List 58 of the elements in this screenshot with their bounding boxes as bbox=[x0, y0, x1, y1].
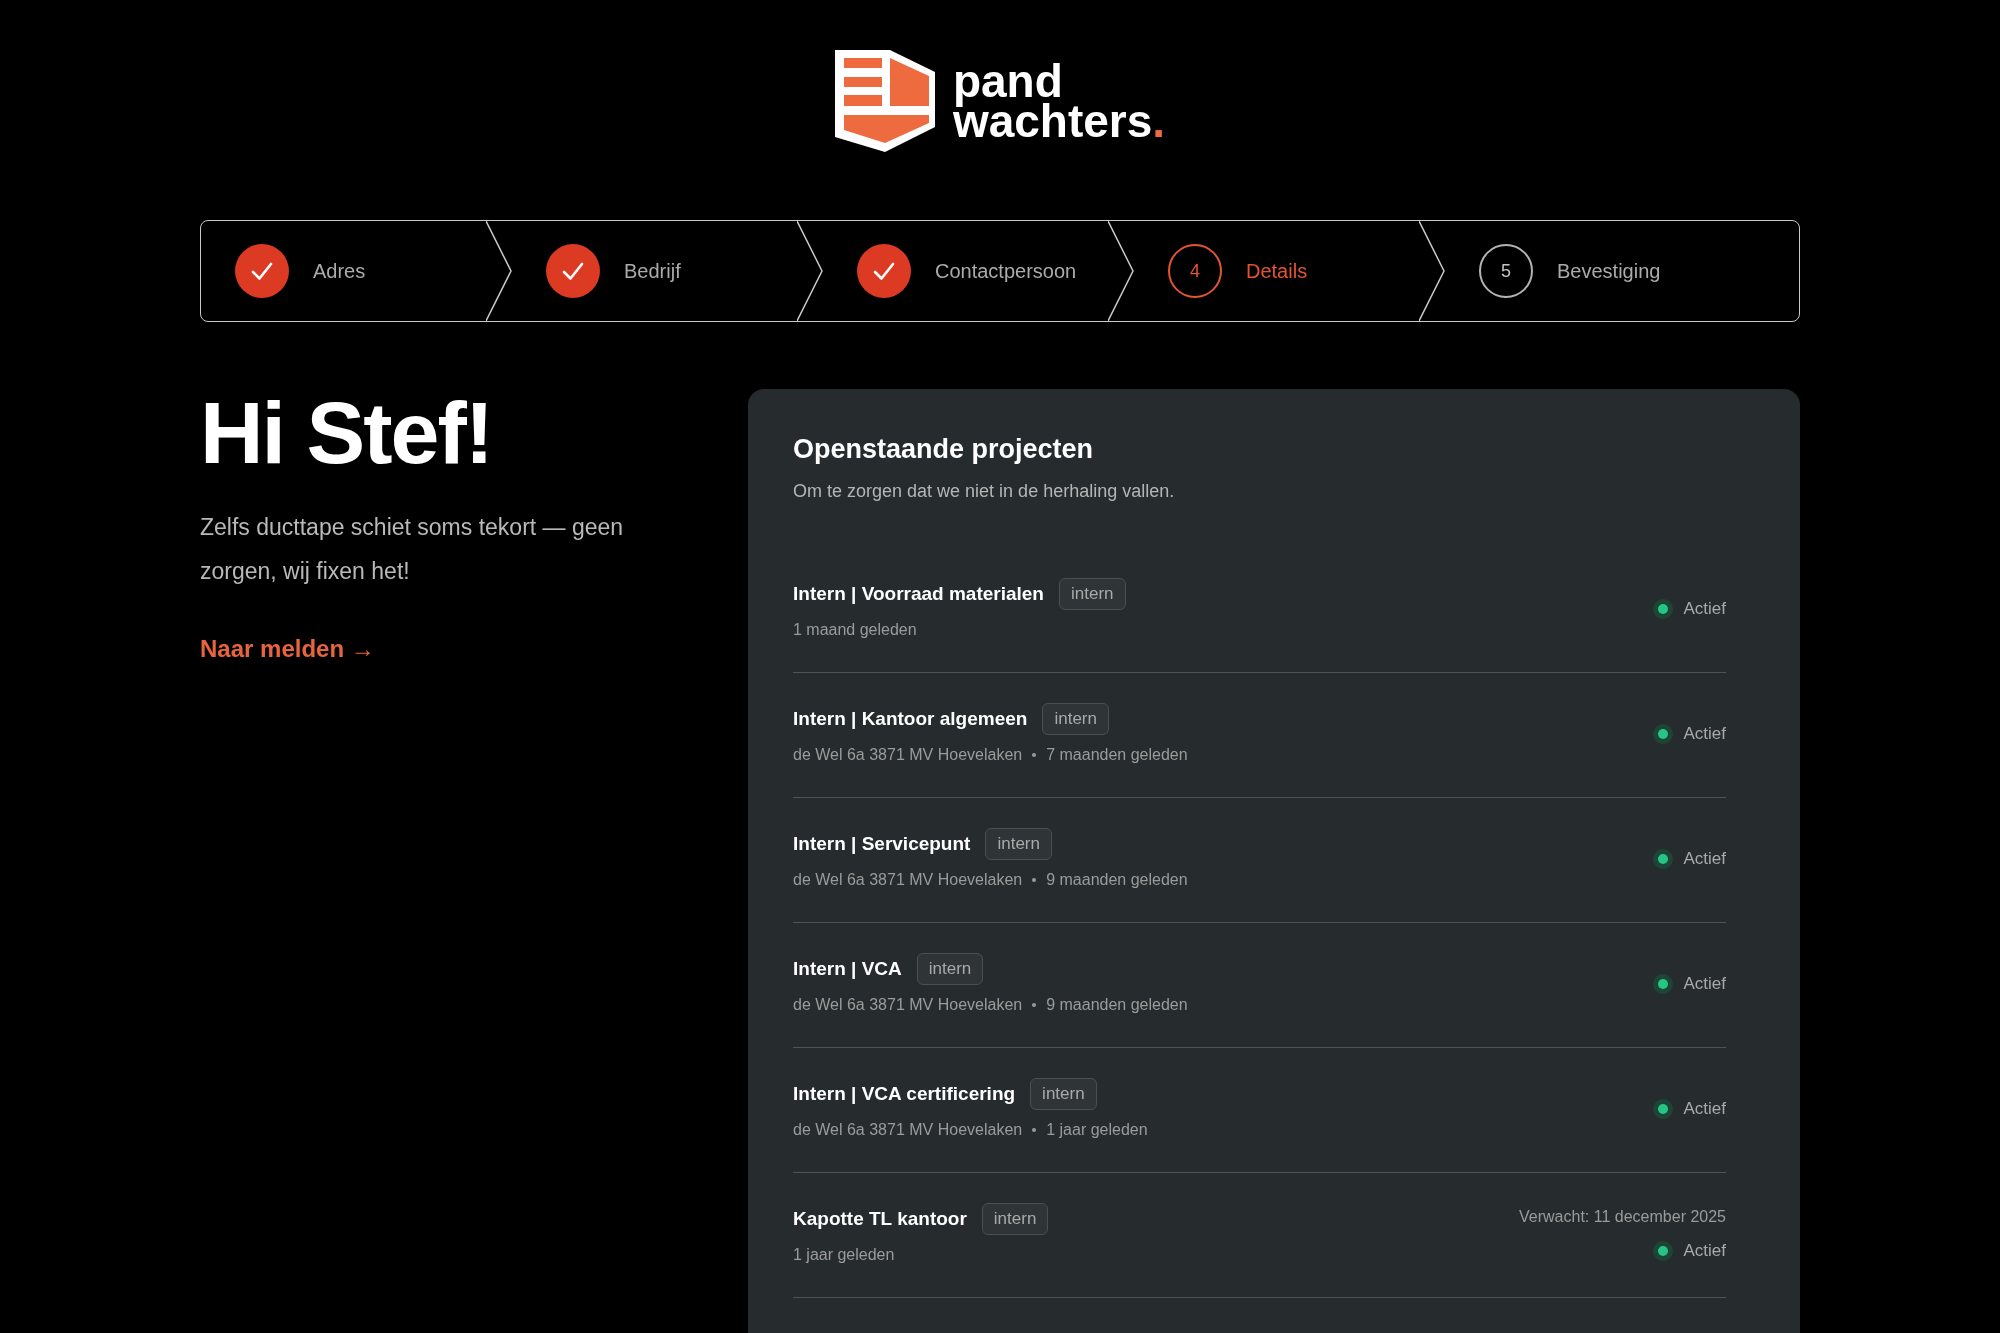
status-label: Actief bbox=[1683, 973, 1726, 994]
intro-text: Zelfs ducttape schiet soms tekort — geen zorgen, wij fixen het! bbox=[200, 513, 625, 586]
step-label: Contactpersoon bbox=[935, 259, 1077, 283]
project-title: Intern | Kantoor algemeen bbox=[793, 708, 1028, 730]
status-dot-icon bbox=[1653, 1098, 1674, 1119]
step-number: 5 bbox=[1479, 244, 1533, 298]
separator-dot-icon bbox=[1032, 1003, 1037, 1007]
step-label: Details bbox=[1246, 259, 1308, 283]
step-label: Bedrijf bbox=[624, 259, 681, 283]
project-address: de Wel 6a 3871 MV Hoevelaken bbox=[793, 1120, 1023, 1140]
project-row[interactable]: Intern | Servicepunt intern de Wel 6a 3871 MV Hoevelaken 9 maanden geleden Actief bbox=[793, 798, 1726, 923]
separator-dot-icon bbox=[1032, 753, 1037, 757]
step-label: Bevestiging bbox=[1557, 259, 1661, 283]
report-link[interactable]: Naar melden → bbox=[200, 634, 375, 664]
project-address: de Wel 6a 3871 MV Hoevelaken bbox=[793, 745, 1023, 765]
logo-icon bbox=[834, 50, 935, 152]
status-dot-icon bbox=[1653, 723, 1674, 744]
status-dot-icon bbox=[1653, 848, 1674, 869]
project-title: Intern | VCA certificering bbox=[793, 1083, 1016, 1105]
project-age: 7 maanden geleden bbox=[1046, 745, 1188, 765]
status-label: Actief bbox=[1683, 723, 1726, 744]
panel-subtitle: Om te zorgen dat we niet in de herhaling vallen. bbox=[793, 480, 1175, 503]
project-tag: intern bbox=[981, 1203, 1049, 1235]
project-tag: intern bbox=[1030, 1078, 1097, 1110]
status-dot-icon bbox=[1653, 1240, 1674, 1261]
project-address: de Wel 6a 3871 MV Hoevelaken bbox=[793, 995, 1023, 1015]
project-title: Intern | Voorraad materialen bbox=[793, 583, 1044, 605]
panel-title: Openstaande projecten bbox=[793, 433, 1094, 466]
project-title: Kapotte TL kantoor bbox=[793, 1208, 967, 1230]
project-row[interactable]: Intern | Voorraad materialen intern 1 maand geleden Actief bbox=[793, 548, 1726, 673]
status-dot-icon bbox=[1653, 598, 1674, 619]
project-tag: intern bbox=[1042, 703, 1109, 735]
project-row[interactable]: Intern | Kantoor algemeen intern de Wel 6a 3871 MV Hoevelaken 7 maanden geleden Actief bbox=[793, 673, 1726, 798]
project-tag: intern bbox=[916, 953, 984, 985]
project-age: 9 maanden geleden bbox=[1046, 870, 1188, 890]
status-label: Actief bbox=[1683, 598, 1726, 619]
status-dot-icon bbox=[1653, 973, 1674, 994]
project-title: Intern | Servicepunt bbox=[793, 833, 971, 855]
status-label: Actief bbox=[1683, 1240, 1726, 1261]
step-number: 4 bbox=[1168, 244, 1222, 298]
status-label: Actief bbox=[1683, 848, 1726, 869]
project-age: 1 jaar geleden bbox=[1046, 1120, 1148, 1140]
project-row[interactable]: Kapotte TL kantoor intern 1 jaar geleden Verwacht: 11 december 2025 Actief bbox=[793, 1173, 1726, 1298]
project-age: 1 maand geleden bbox=[793, 620, 917, 640]
project-row[interactable]: Intern | VCA intern de Wel 6a 3871 MV Hoevelaken 9 maanden geleden Actief bbox=[793, 923, 1726, 1048]
project-row[interactable]: Intern | VCA certificering intern de Wel 6a 3871 MV Hoevelaken 1 jaar geleden Actief bbox=[793, 1048, 1726, 1173]
separator-dot-icon bbox=[1032, 1128, 1037, 1132]
project-address: de Wel 6a 3871 MV Hoevelaken bbox=[793, 870, 1023, 890]
separator-dot-icon bbox=[1032, 878, 1037, 882]
status-label: Actief bbox=[1683, 1098, 1726, 1119]
project-tag: intern bbox=[985, 828, 1052, 860]
project-age: 9 maanden geleden bbox=[1046, 995, 1188, 1015]
step-label: Adres bbox=[313, 259, 366, 283]
greeting-heading: Hi Stef! bbox=[200, 389, 492, 477]
project-title: Intern | VCA bbox=[793, 958, 902, 980]
project-tag: intern bbox=[1059, 578, 1126, 610]
expected-date: Verwacht: 11 december 2025 bbox=[1519, 1206, 1726, 1227]
project-age: 1 jaar geleden bbox=[793, 1245, 895, 1265]
